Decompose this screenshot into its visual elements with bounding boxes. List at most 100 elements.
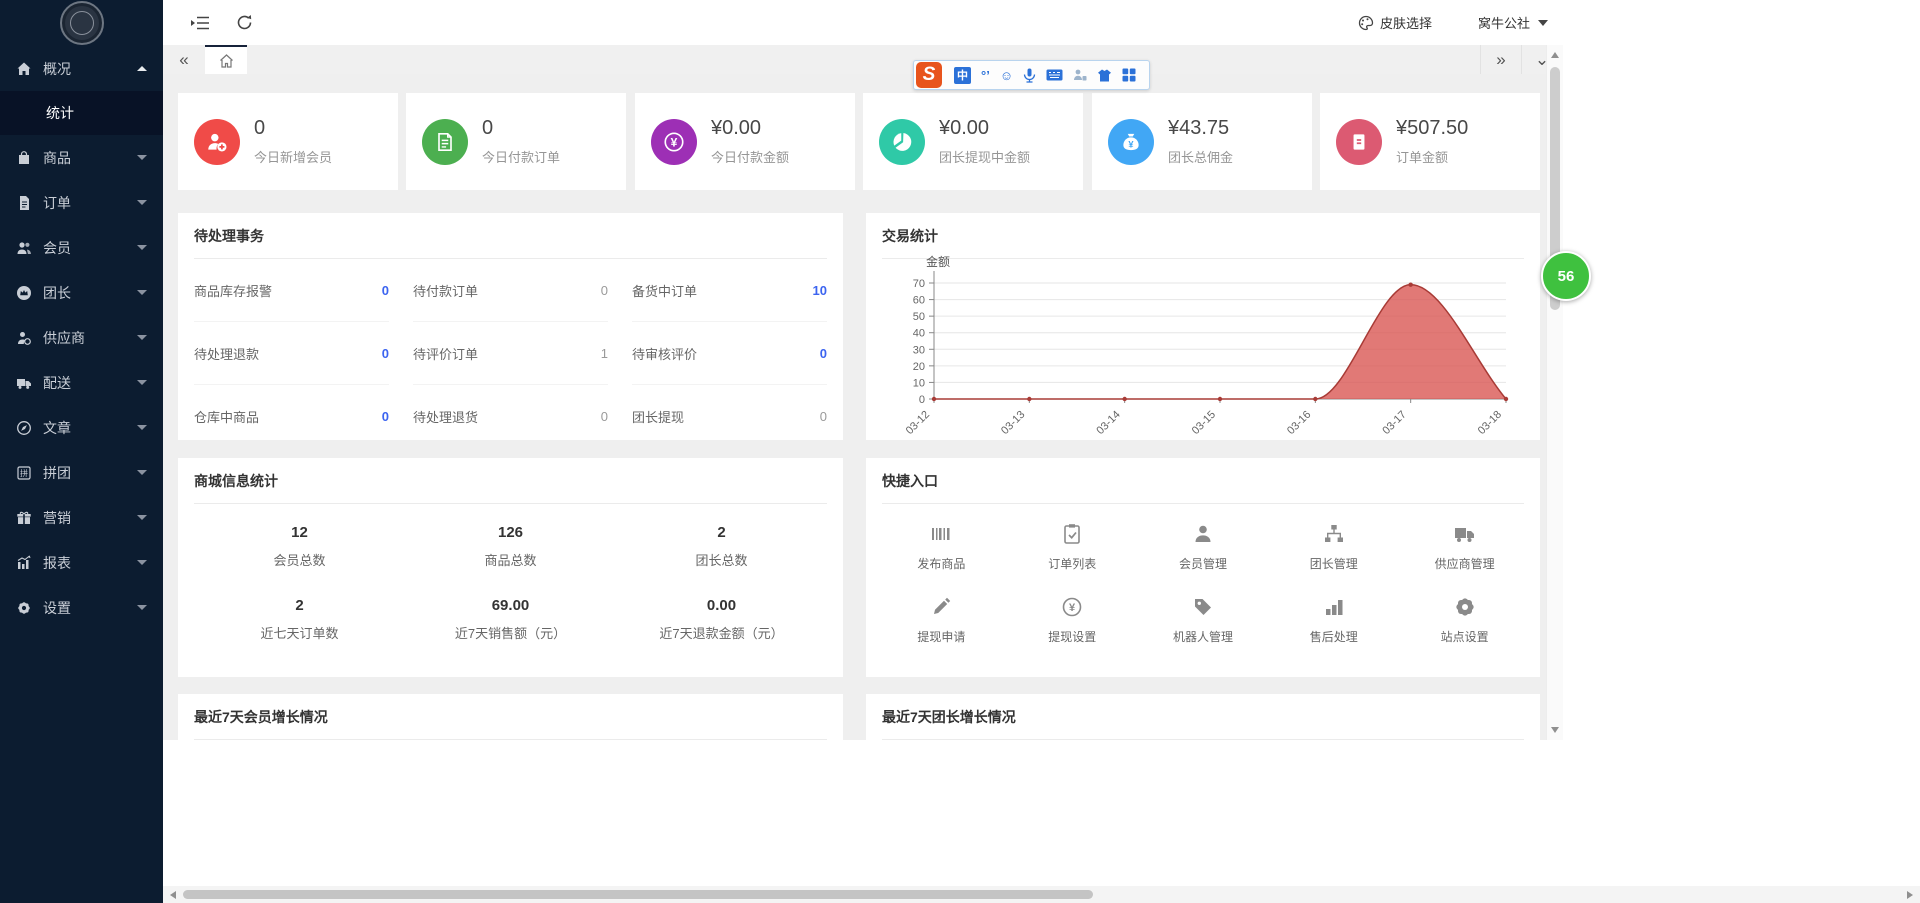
stat-value: 0 — [254, 117, 332, 140]
main-content: 0 今日新增会员 0 今日付款订单 ¥ ¥0.00 今日付款金额 ¥0.00 团… — [163, 74, 1546, 740]
sidebar-item-articles[interactable]: 文章 — [0, 405, 163, 450]
sidebar-item-groupbuy[interactable]: 拼 拼团 — [0, 450, 163, 495]
sidebar-item-label: 订单 — [43, 193, 71, 213]
vertical-scrollbar[interactable] — [1546, 45, 1563, 740]
chevron-down-icon — [137, 380, 147, 385]
mall-stat-week-orders: 2近七天订单数 — [194, 583, 405, 656]
sidebar-item-delivery[interactable]: 配送 — [0, 360, 163, 405]
pie-chart-icon — [879, 119, 925, 165]
home-icon — [16, 61, 32, 77]
svg-text:30: 30 — [913, 344, 925, 356]
pending-item-refunds[interactable]: 待处理退款0 — [194, 322, 389, 385]
gear-icon — [1453, 595, 1477, 619]
pending-item-leader-withdraw[interactable]: 团长提现0 — [632, 385, 827, 447]
scroll-right-button[interactable] — [1902, 886, 1918, 903]
quick-withdraw-settings[interactable]: ¥ 提现设置 — [1007, 583, 1138, 656]
pending-item-warehouse-goods[interactable]: 仓库中商品0 — [194, 385, 389, 447]
quick-withdraw-apply[interactable]: 提现申请 — [876, 583, 1007, 656]
stat-card-total-commission: ¥ ¥43.75 团长总佣金 — [1092, 93, 1312, 190]
chevron-down-icon — [137, 470, 147, 475]
sidebar-item-members[interactable]: 会员 — [0, 225, 163, 270]
sidebar-item-goods[interactable]: 商品 — [0, 135, 163, 180]
pending-item-returns[interactable]: 待处理退货0 — [413, 385, 608, 447]
quick-entry-panel: 快捷入口 发布商品 订单列表 会员管理 团长管理 供应商管理 提现申请 — [866, 458, 1540, 677]
panel-title: 最近7天会员增长情况 — [194, 694, 827, 740]
quick-publish-goods[interactable]: 发布商品 — [876, 510, 1007, 583]
svg-text:40: 40 — [913, 328, 925, 340]
ime-punctuation-toggle[interactable]: °’ — [981, 68, 990, 83]
chevron-down-icon — [137, 605, 147, 610]
quick-site-settings[interactable]: 站点设置 — [1399, 583, 1530, 656]
mall-stat-total-goods: 126商品总数 — [405, 510, 616, 583]
sidebar-item-settings[interactable]: 设置 — [0, 585, 163, 630]
tabbar: « » ⌄ — [163, 45, 1562, 74]
pending-item-preparing-orders[interactable]: 备货中订单10 — [632, 259, 827, 322]
user-menu[interactable]: 窝牛公社 — [1478, 13, 1548, 32]
tab-home[interactable] — [205, 45, 247, 74]
pending-item-review-audit[interactable]: 待审核评价0 — [632, 322, 827, 385]
sidebar-collapse-button[interactable] — [191, 15, 210, 31]
scroll-down-button[interactable] — [1547, 722, 1563, 738]
badge-count: 56 — [1558, 268, 1575, 285]
shopping-bag-icon — [16, 150, 32, 166]
tabs-scroll-left-button[interactable]: « — [163, 45, 205, 74]
scroll-up-button[interactable] — [1547, 47, 1563, 63]
ime-skin-button[interactable] — [1097, 69, 1112, 82]
clipboard-check-icon — [1060, 522, 1084, 546]
members-growth-panel: 最近7天会员增长情况 — [178, 694, 843, 740]
stat-value: ¥507.50 — [1396, 117, 1468, 140]
pending-item-unpaid-orders[interactable]: 待付款订单0 — [413, 259, 608, 322]
svg-text:¥: ¥ — [1128, 139, 1134, 149]
quick-order-list[interactable]: 订单列表 — [1007, 510, 1138, 583]
ime-language-toggle[interactable]: 中 — [954, 67, 971, 84]
refresh-button[interactable] — [236, 14, 253, 31]
ime-logo-icon[interactable]: S — [916, 62, 942, 88]
quick-leader-manage[interactable]: 团长管理 — [1268, 510, 1399, 583]
sidebar-item-supplier[interactable]: 供应商 — [0, 315, 163, 360]
mall-stat-total-members: 12会员总数 — [194, 510, 405, 583]
tag-icon — [1191, 595, 1215, 619]
quick-aftersale[interactable]: 售后处理 — [1268, 583, 1399, 656]
quick-supplier-manage[interactable]: 供应商管理 — [1399, 510, 1530, 583]
stat-label: 今日付款金额 — [711, 147, 789, 166]
quick-robot-manage[interactable]: 机器人管理 — [1138, 583, 1269, 656]
sidebar-item-leader[interactable]: 团长 — [0, 270, 163, 315]
pending-item-to-review-orders[interactable]: 待评价订单1 — [413, 322, 608, 385]
sidebar-item-label: 团长 — [43, 283, 71, 303]
stat-label: 今日新增会员 — [254, 147, 332, 166]
sidebar: 概况 统计 商品 订单 会员 团长 供应商 配送 文章 — [0, 0, 163, 903]
stat-value: ¥43.75 — [1168, 117, 1233, 140]
stat-card-withdrawing: ¥0.00 团长提现中金额 — [863, 93, 1083, 190]
pending-item-stock-alert[interactable]: 商品库存报警0 — [194, 259, 389, 322]
svg-text:拼: 拼 — [20, 468, 28, 478]
ime-keyboard-button[interactable] — [1046, 69, 1063, 81]
svg-text:03-15: 03-15 — [1190, 409, 1218, 437]
quick-member-manage[interactable]: 会员管理 — [1138, 510, 1269, 583]
tabs-scroll-right-button[interactable]: » — [1480, 45, 1521, 74]
skin-select-button[interactable]: 皮肤选择 — [1358, 13, 1432, 32]
chevron-down-icon — [137, 515, 147, 520]
floating-notification-badge[interactable]: 56 — [1541, 251, 1591, 301]
ime-handwriting-button[interactable] — [1073, 68, 1087, 82]
sidebar-item-overview[interactable]: 概况 — [0, 46, 163, 91]
scroll-left-button[interactable] — [165, 886, 181, 903]
money-bag-icon: ¥ — [1108, 119, 1154, 165]
sidebar-item-label: 营销 — [43, 508, 71, 528]
sidebar-item-label: 拼团 — [43, 463, 71, 483]
ime-toolbox-button[interactable] — [1122, 68, 1136, 82]
horizontal-scrollbar[interactable] — [163, 886, 1920, 903]
svg-text:03-12: 03-12 — [904, 409, 932, 437]
sidebar-item-marketing[interactable]: 营销 — [0, 495, 163, 540]
collapse-menu-icon — [191, 15, 210, 31]
ime-emoji-button[interactable]: ☺ — [1000, 68, 1013, 83]
ime-voice-button[interactable] — [1023, 68, 1036, 83]
svg-text:50: 50 — [913, 311, 925, 323]
sidebar-item-orders[interactable]: 订单 — [0, 180, 163, 225]
svg-text:03-17: 03-17 — [1380, 409, 1408, 437]
sidebar-item-reports[interactable]: 报表 — [0, 540, 163, 585]
horizontal-scrollbar-thumb[interactable] — [183, 890, 1093, 899]
yen-circle-icon: ¥ — [651, 119, 697, 165]
crown-circle-icon — [16, 285, 32, 301]
sidebar-subitem-stats[interactable]: 统计 — [0, 91, 163, 135]
svg-text:03-18: 03-18 — [1476, 409, 1504, 437]
